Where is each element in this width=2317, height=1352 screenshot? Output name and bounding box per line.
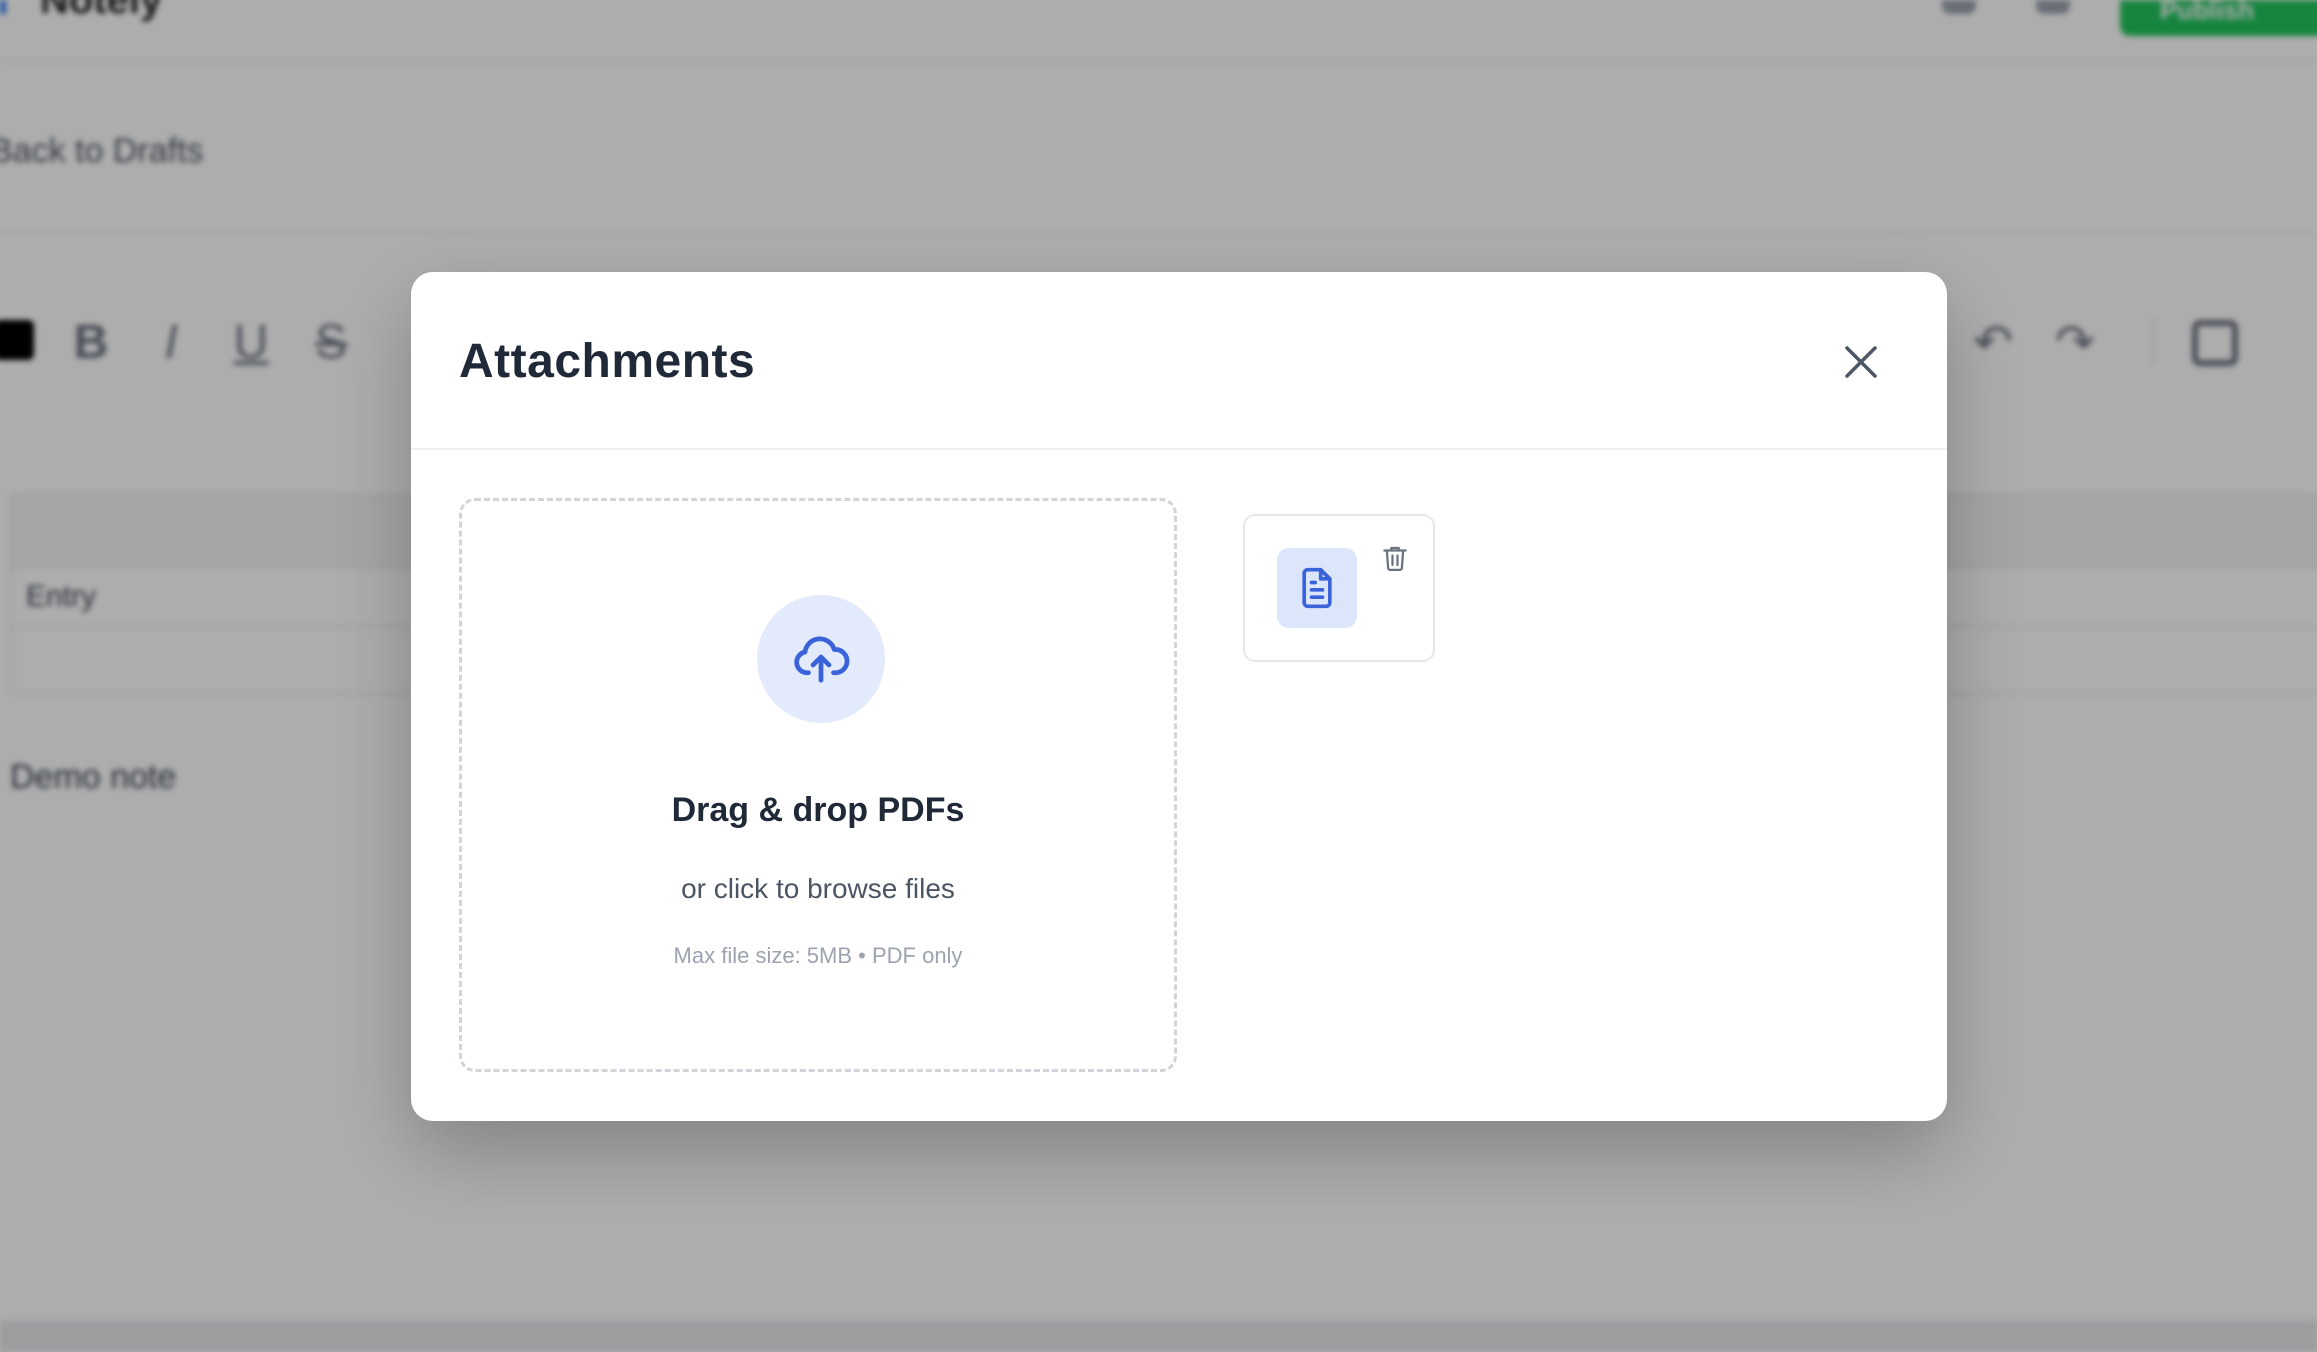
trash-icon — [1383, 546, 1407, 571]
file-document-icon — [1302, 567, 1332, 609]
dropzone-subtitle: or click to browse files — [681, 873, 955, 904]
dialog-header: Attachments — [411, 272, 1947, 450]
attachment-card[interactable] — [1243, 514, 1435, 662]
attachments-dialog: Attachments Drag & drop PDFs or click to… — [411, 272, 1947, 1121]
dialog-title: Attachments — [459, 335, 756, 388]
cloud-upload-icon — [794, 636, 850, 683]
pdf-dropzone[interactable]: Drag & drop PDFs or click to browse file… — [459, 498, 1177, 1072]
close-button[interactable] — [1835, 336, 1887, 388]
delete-attachment-button[interactable] — [1377, 538, 1413, 578]
dropzone-hint: Max file size: 5MB • PDF only — [673, 943, 963, 968]
upload-icon-circle — [757, 595, 885, 723]
close-icon — [1845, 346, 1877, 378]
file-icon-box — [1277, 548, 1357, 628]
dropzone-title: Drag & drop PDFs — [671, 791, 965, 829]
